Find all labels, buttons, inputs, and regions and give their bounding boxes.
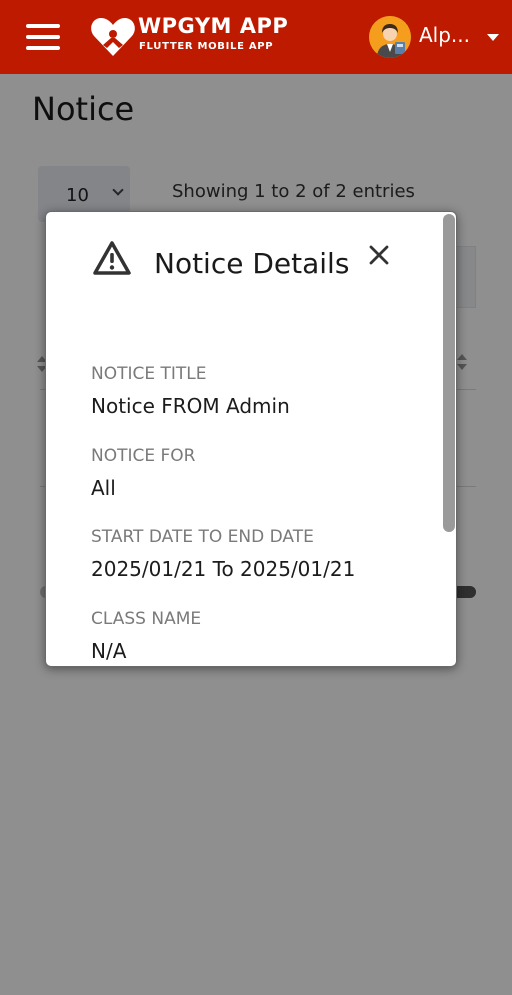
app-header: WPGYM APP FLUTTER MOBILE APP Alp...: [0, 0, 512, 74]
user-avatar-icon: [369, 16, 411, 58]
date-range-value: 2025/01/21 To 2025/01/21: [91, 557, 356, 581]
app-subtitle: FLUTTER MOBILE APP: [139, 41, 274, 52]
notice-title-label: NOTICE TITLE: [91, 364, 207, 384]
date-range-label: START DATE TO END DATE: [91, 527, 314, 547]
notice-title-value: Notice FROM Admin: [91, 394, 290, 418]
modal-scrollbar[interactable]: [443, 214, 455, 532]
avatar[interactable]: [369, 16, 411, 58]
chevron-down-icon[interactable]: [487, 34, 499, 41]
class-name-value: N/A: [91, 639, 127, 663]
class-name-label: CLASS NAME: [91, 609, 202, 629]
notice-details-modal: Notice Details NOTICE TITLE Notice FROM …: [45, 211, 457, 667]
modal-title: Notice Details: [154, 247, 350, 280]
notice-for-value: All: [91, 476, 116, 500]
notice-for-label: NOTICE FOR: [91, 446, 196, 466]
close-icon[interactable]: [368, 244, 390, 266]
menu-icon[interactable]: [26, 24, 60, 50]
app-name: WPGYM APP: [138, 14, 289, 38]
logo-icon: [91, 18, 135, 56]
user-name[interactable]: Alp...: [419, 25, 470, 45]
